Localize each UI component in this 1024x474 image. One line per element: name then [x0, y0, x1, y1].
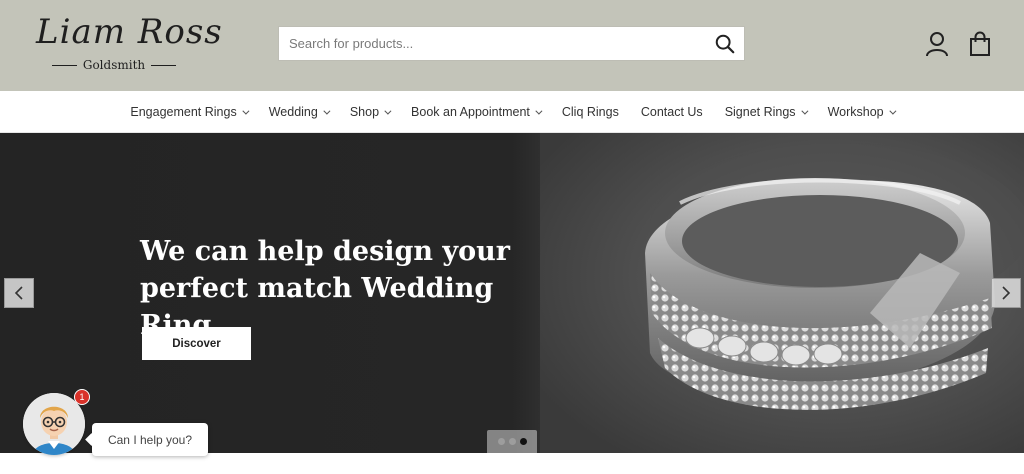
account-icon[interactable]	[925, 31, 949, 57]
cart-icon[interactable]	[969, 31, 991, 57]
ring-photo	[540, 133, 1024, 453]
nav-item-label: Cliq Rings	[561, 105, 619, 119]
slider-dot[interactable]	[508, 438, 516, 445]
search-bar	[278, 26, 745, 61]
chevron-left-icon	[14, 286, 23, 300]
slider-dot[interactable]	[519, 438, 527, 445]
nav-item-shop[interactable]: Shop	[349, 105, 392, 119]
chevron-down-icon	[888, 107, 897, 115]
chat-prompt-bubble[interactable]: Can I help you?	[92, 423, 208, 456]
nav-list: Engagement Rings Wedding Shop Book an Appoi…	[0, 91, 1024, 133]
slider-dot[interactable]	[497, 438, 505, 445]
chevron-down-icon	[242, 107, 250, 115]
nav-item-cliq-rings[interactable]: Cliq Rings	[562, 105, 619, 119]
nav-item-workshop[interactable]: Workshop	[827, 105, 897, 119]
nav-item-label: Wedding	[268, 105, 318, 119]
chevron-down-icon	[323, 107, 331, 115]
chevron-down-icon	[535, 107, 543, 115]
nav-item-engagement-rings[interactable]: Engagement Rings	[130, 105, 250, 119]
logo-rule-left	[52, 64, 77, 66]
nav-item-label: Engagement Rings	[130, 105, 237, 119]
chat-notification-badge: 1	[74, 389, 90, 405]
nav-item-label: Shop	[349, 105, 380, 119]
logo-script: Liam Ross	[36, 12, 223, 52]
logo-sub-text: Goldsmith	[82, 58, 146, 72]
chevron-right-icon	[1002, 286, 1011, 300]
slider-prev-button[interactable]	[4, 278, 34, 308]
site-logo[interactable]: Liam Ross Goldsmith	[34, 12, 222, 74]
search-input[interactable]	[279, 27, 699, 60]
logo-subtitle: Goldsmith	[52, 58, 177, 72]
nav-item-label: Signet Rings	[724, 105, 796, 119]
slider-dots	[487, 430, 537, 453]
chevron-down-icon	[384, 107, 392, 115]
hero-slider: We can help design your perfect match We…	[0, 133, 1024, 453]
nav-item-label: Book an Appointment	[411, 105, 530, 119]
nav-item-label: Workshop	[827, 105, 884, 119]
discover-button[interactable]: Discover	[142, 327, 251, 360]
nav-item-label: Contact Us	[640, 105, 703, 119]
chevron-down-icon	[800, 107, 809, 115]
slider-next-button[interactable]	[991, 278, 1021, 308]
logo-rule-right	[151, 64, 177, 66]
nav-item-contact-us[interactable]: Contact Us	[641, 105, 703, 119]
site-header: Liam Ross Goldsmith	[0, 0, 1024, 91]
nav-item-signet-rings[interactable]: Signet Rings	[724, 105, 809, 119]
nav-item-book-an-appointment[interactable]: Book an Appointment	[411, 105, 543, 119]
search-icon[interactable]	[714, 33, 736, 55]
page-below-hero	[0, 453, 1024, 474]
main-navigation: Engagement Rings Wedding Shop Book an Appoi…	[0, 91, 1024, 133]
hero-title-line1: We can help design your	[140, 236, 510, 267]
chat-prompt-text: Can I help you?	[107, 432, 193, 447]
nav-item-wedding[interactable]: Wedding	[268, 105, 331, 119]
